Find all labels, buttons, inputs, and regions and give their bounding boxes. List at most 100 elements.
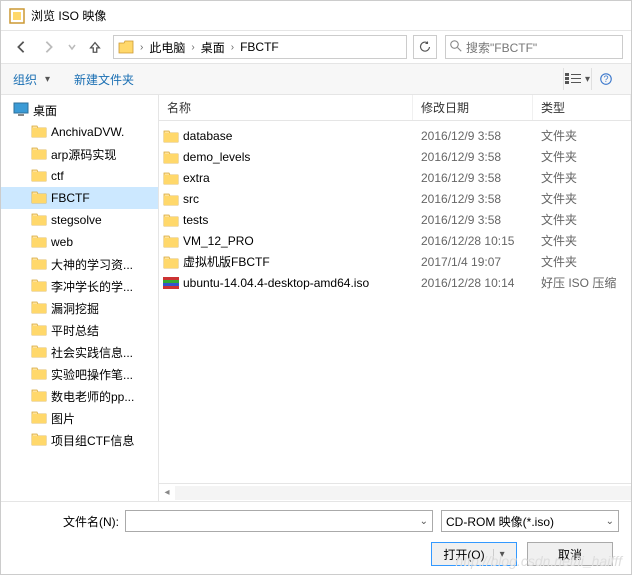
breadcrumb-item[interactable]: 桌面: [199, 39, 227, 56]
window-title: 浏览 ISO 映像: [31, 7, 106, 24]
chevron-right-icon[interactable]: ›: [187, 42, 198, 53]
scroll-left-icon[interactable]: ◂: [159, 486, 175, 500]
file-name: demo_levels: [179, 150, 413, 164]
tree-item[interactable]: stegsolve: [1, 209, 158, 231]
folder-icon: [31, 300, 47, 316]
list-body[interactable]: database2016/12/9 3:58文件夹demo_levels2016…: [159, 121, 631, 483]
tree-item[interactable]: 漏洞挖掘: [1, 297, 158, 319]
list-item[interactable]: ubuntu-14.04.4-desktop-amd64.iso2016/12/…: [159, 272, 631, 293]
folder-icon: [159, 129, 179, 143]
view-button[interactable]: ▾: [563, 68, 591, 90]
tree-item[interactable]: 图片: [1, 407, 158, 429]
chevron-right-icon[interactable]: ›: [227, 42, 238, 53]
tree-item-label: ctf: [51, 169, 64, 183]
file-date: 2017/1/4 19:07: [413, 255, 533, 269]
file-date: 2016/12/9 3:58: [413, 129, 533, 143]
tree-item[interactable]: 李冲学长的学...: [1, 275, 158, 297]
file-type: 文件夹: [533, 127, 631, 144]
forward-button[interactable]: [37, 35, 61, 59]
folder-icon: [159, 171, 179, 185]
nav-bar: › 此电脑 › 桌面 › FBCTF 搜索"FBCTF": [1, 31, 631, 63]
breadcrumb[interactable]: › 此电脑 › 桌面 › FBCTF: [113, 35, 407, 59]
desktop-icon: [13, 102, 29, 118]
chevron-down-icon: ⌄: [606, 516, 614, 527]
filename-label: 文件名(N):: [13, 513, 125, 530]
list-header[interactable]: 名称 修改日期 类型: [159, 95, 631, 121]
file-name: ubuntu-14.04.4-desktop-amd64.iso: [179, 276, 413, 290]
body: 桌面 AnchivaDVW.arp源码实现 ctf FBCTFstegsolvewe…: [1, 95, 631, 501]
recent-dropdown[interactable]: [65, 35, 79, 59]
folder-icon: [159, 234, 179, 248]
scroll-track[interactable]: [175, 486, 631, 500]
tree-item[interactable]: web: [1, 231, 158, 253]
folder-icon: [31, 212, 47, 228]
tree-item[interactable]: 数电老师的pp...: [1, 385, 158, 407]
file-date: 2016/12/9 3:58: [413, 192, 533, 206]
list-item[interactable]: extra2016/12/9 3:58文件夹: [159, 167, 631, 188]
toolbar: 组织▾ 新建文件夹 ▾ ?: [1, 63, 631, 95]
folder-icon: [159, 150, 179, 164]
file-type: 文件夹: [533, 169, 631, 186]
tree-item[interactable]: FBCTF: [1, 187, 158, 209]
filter-select[interactable]: CD-ROM 映像(*.iso) ⌄: [441, 510, 619, 532]
file-type: 文件夹: [533, 232, 631, 249]
file-name: VM_12_PRO: [179, 234, 413, 248]
tree-item-label: 大神的学习资...: [51, 256, 133, 273]
tree-item[interactable]: arp源码实现: [1, 143, 158, 165]
file-date: 2016/12/9 3:58: [413, 171, 533, 185]
file-date: 2016/12/28 10:14: [413, 276, 533, 290]
split-dropdown-icon[interactable]: ▾: [493, 549, 505, 560]
tree-item-label: 平时总结: [51, 322, 99, 339]
filename-input[interactable]: ⌄: [125, 510, 433, 532]
file-date: 2016/12/9 3:58: [413, 150, 533, 164]
file-name: 虚拟机版FBCTF: [179, 253, 413, 270]
list-item[interactable]: src2016/12/9 3:58文件夹: [159, 188, 631, 209]
col-type[interactable]: 类型: [533, 95, 631, 120]
tree-item[interactable]: 实验吧操作笔...: [1, 363, 158, 385]
file-name: tests: [179, 213, 413, 227]
file-date: 2016/12/28 10:15: [413, 234, 533, 248]
help-button[interactable]: ?: [591, 68, 619, 90]
back-button[interactable]: [9, 35, 33, 59]
tree-item[interactable]: ctf: [1, 165, 158, 187]
tree-item[interactable]: 社会实践信息...: [1, 341, 158, 363]
new-folder-button[interactable]: 新建文件夹: [74, 71, 134, 88]
search-icon: [450, 40, 462, 55]
list-item[interactable]: VM_12_PRO2016/12/28 10:15文件夹: [159, 230, 631, 251]
file-type: 文件夹: [533, 253, 631, 270]
folder-icon: [116, 40, 136, 54]
chevron-right-icon[interactable]: ›: [136, 42, 147, 53]
folder-icon: [31, 124, 47, 140]
tree-item[interactable]: 大神的学习资...: [1, 253, 158, 275]
breadcrumb-item[interactable]: 此电脑: [147, 39, 187, 56]
bottom-panel: 文件名(N): ⌄ CD-ROM 映像(*.iso) ⌄ 打开(O) ▾ 取消: [1, 501, 631, 578]
folder-icon: [31, 366, 47, 382]
col-date[interactable]: 修改日期: [413, 95, 533, 120]
search-placeholder: 搜索"FBCTF": [466, 39, 537, 56]
list-item[interactable]: demo_levels2016/12/9 3:58文件夹: [159, 146, 631, 167]
tree-item-label: 李冲学长的学...: [51, 278, 133, 295]
folder-icon: [31, 190, 47, 206]
refresh-button[interactable]: [413, 35, 437, 59]
tree-item[interactable]: AnchivaDVW.: [1, 121, 158, 143]
folder-icon: [31, 344, 47, 360]
open-button[interactable]: 打开(O) ▾: [431, 542, 517, 566]
list-item[interactable]: database2016/12/9 3:58文件夹: [159, 125, 631, 146]
file-type: 好压 ISO 压缩: [533, 274, 631, 291]
organize-button[interactable]: 组织▾: [13, 71, 50, 88]
horizontal-scrollbar[interactable]: ◂: [159, 483, 631, 501]
tree-item[interactable]: 项目组CTF信息: [1, 429, 158, 451]
folder-icon: [159, 192, 179, 206]
chevron-down-icon[interactable]: ⌄: [420, 516, 428, 527]
list-item[interactable]: 虚拟机版FBCTF2017/1/4 19:07文件夹: [159, 251, 631, 272]
up-button[interactable]: [83, 35, 107, 59]
folder-icon: [31, 256, 47, 272]
tree-root[interactable]: 桌面: [1, 99, 158, 121]
list-item[interactable]: tests2016/12/9 3:58文件夹: [159, 209, 631, 230]
folder-tree[interactable]: 桌面 AnchivaDVW.arp源码实现 ctf FBCTFstegsolvewe…: [1, 95, 159, 501]
search-input[interactable]: 搜索"FBCTF": [445, 35, 623, 59]
tree-item[interactable]: 平时总结: [1, 319, 158, 341]
col-name[interactable]: 名称: [159, 95, 413, 120]
cancel-button[interactable]: 取消: [527, 542, 613, 566]
breadcrumb-item[interactable]: FBCTF: [238, 40, 281, 54]
